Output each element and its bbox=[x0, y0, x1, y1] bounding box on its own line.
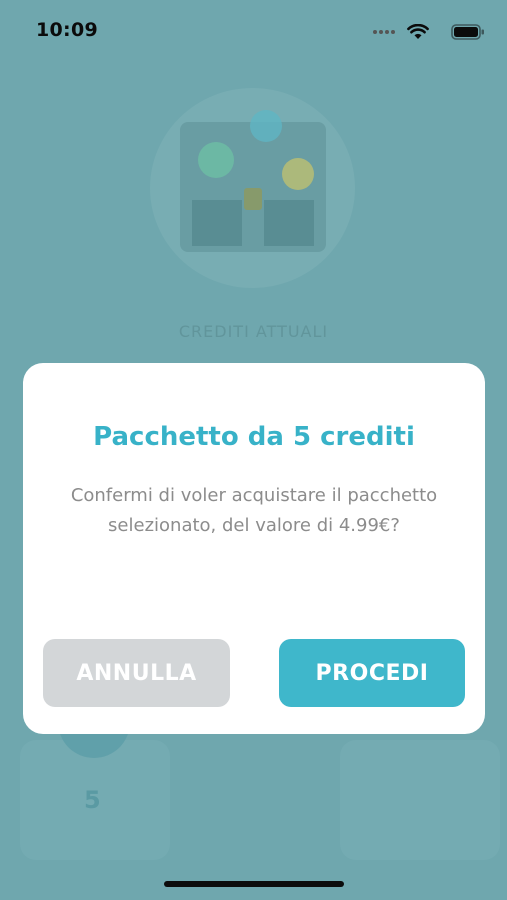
confirm-purchase-dialog: Pacchetto da 5 crediti Confermi di voler… bbox=[23, 363, 485, 734]
status-icons bbox=[355, 22, 485, 42]
dialog-title: Pacchetto da 5 crediti bbox=[93, 422, 415, 452]
treasure-chest-icon bbox=[180, 110, 326, 252]
package-number: 5 bbox=[84, 786, 101, 814]
dialog-message: Confermi di voler acquistare il pacchett… bbox=[70, 485, 438, 536]
battery-icon bbox=[451, 24, 484, 40]
proceed-button[interactable]: PROCEDI bbox=[279, 639, 465, 707]
status-time: 10:09 bbox=[36, 19, 98, 41]
cancel-button[interactable]: ANNULLA bbox=[43, 639, 230, 707]
signal-dots-icon bbox=[373, 30, 397, 35]
status-bar: 10:09 bbox=[0, 0, 507, 62]
package-card bbox=[340, 740, 500, 860]
home-indicator[interactable] bbox=[164, 881, 344, 887]
wifi-icon bbox=[407, 24, 429, 39]
credits-label: CREDITI ATTUALI bbox=[178, 322, 329, 341]
